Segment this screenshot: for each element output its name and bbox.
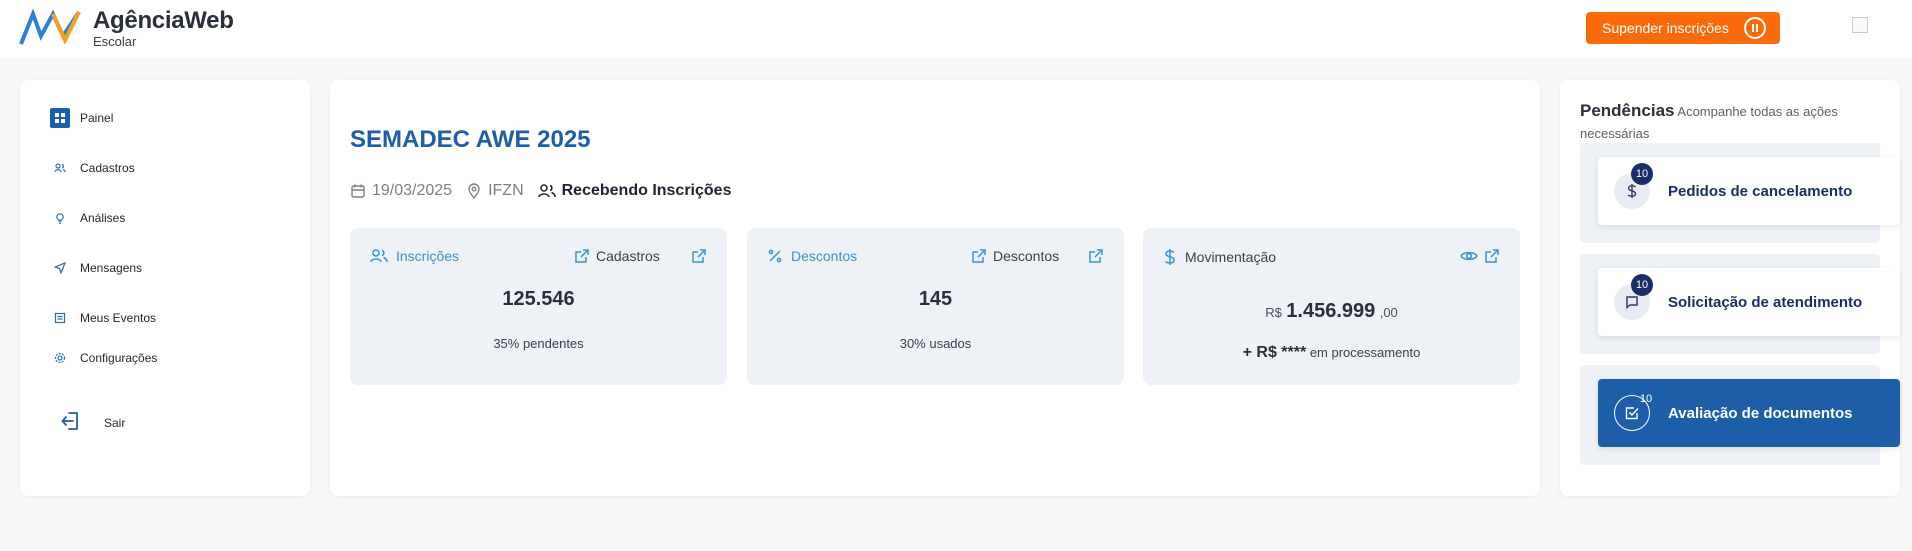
external-link-icon xyxy=(575,249,589,263)
event-status-text: Recebendo Inscrições xyxy=(561,182,732,199)
inscricoes-title: Inscrições xyxy=(396,248,460,264)
event-location: IFZN xyxy=(466,182,524,200)
cadastros-link-label: Cadastros xyxy=(596,248,660,264)
pause-icon xyxy=(1744,17,1766,39)
suspend-label: Supender inscrições xyxy=(1602,20,1729,36)
check-square-icon: 10 xyxy=(1614,393,1652,431)
chat-icon: 10 xyxy=(1614,274,1653,320)
descontos-sub: 30% usados xyxy=(899,336,972,351)
descontos-title: Descontos xyxy=(791,248,858,264)
pendencia-documentos[interactable]: 10 Avaliação de documentos xyxy=(1598,379,1900,447)
movimentacao-actions xyxy=(1460,248,1500,264)
descontos-link-label: Descontos xyxy=(993,248,1060,264)
users-icon xyxy=(537,184,556,198)
sidebar-item-meus-eventos[interactable]: Meus Eventos xyxy=(50,308,156,328)
agenciaweb-logo xyxy=(19,8,81,45)
descontos-link[interactable]: Descontos xyxy=(971,248,1059,264)
descontos-card: Descontos Descontos 145 30% usados xyxy=(747,228,1124,385)
movimentacao-card: Movimentação R$ 1.456.999 ,00 + R$ **** … xyxy=(1143,228,1520,385)
sidebar-item-label: Configurações xyxy=(80,351,158,365)
external-link-icon[interactable] xyxy=(691,248,707,264)
send-icon xyxy=(50,258,70,278)
lightbulb-icon xyxy=(50,208,70,228)
sidebar-item-mensagens[interactable]: Mensagens xyxy=(50,258,142,278)
suspend-registrations-button[interactable]: Supender inscrições xyxy=(1586,12,1780,44)
pendencias-title: Pendências xyxy=(1580,101,1675,120)
movimentacao-title: Movimentação xyxy=(1185,249,1277,265)
event-date: 19/03/2025 xyxy=(350,182,452,200)
dollar-icon xyxy=(1164,249,1175,265)
movimentacao-cents: ,00 xyxy=(1379,305,1398,320)
descontos-heading: Descontos xyxy=(767,248,857,264)
users-icon xyxy=(50,158,70,178)
sidebar-item-configuracoes[interactable]: Configurações xyxy=(50,348,157,368)
event-status: Recebendo Inscrições xyxy=(537,182,732,200)
processing-value: + R$ **** xyxy=(1242,344,1307,361)
pendencias-panel: Pendências Acompanhe todas as ações nece… xyxy=(1560,80,1900,496)
sidebar-item-analises[interactable]: Análises xyxy=(50,208,125,228)
external-link-icon xyxy=(972,249,986,263)
external-link-icon[interactable] xyxy=(1088,248,1104,264)
pendencias-header: Pendências Acompanhe todas as ações nece… xyxy=(1580,100,1890,145)
brand: AgênciaWeb Escolar xyxy=(93,8,234,50)
pendencia-atendimento[interactable]: 10 Solicitação de atendimento xyxy=(1598,268,1900,336)
avatar[interactable] xyxy=(1852,17,1868,33)
currency-symbol: R$ xyxy=(1265,305,1282,320)
inscricoes-card: Inscrições Cadastros 125.546 35% pendent… xyxy=(350,228,727,385)
sidebar-item-label: Painel xyxy=(80,111,114,125)
cadastros-link[interactable]: Cadastros xyxy=(574,248,660,264)
sidebar-item-painel[interactable]: Painel xyxy=(50,108,113,128)
processing-label: em processamento xyxy=(1309,345,1421,360)
list-icon xyxy=(50,308,70,328)
gear-icon xyxy=(50,348,70,368)
users-icon xyxy=(370,249,388,263)
brand-subtitle: Escolar xyxy=(93,34,137,49)
count-badge: 10 xyxy=(1631,163,1653,185)
pendencia-label: Pedidos de cancelamento xyxy=(1668,182,1853,200)
event-panel: SEMADEC AWE 2025 19/03/2025 IFZN Receben… xyxy=(330,80,1540,496)
dollar-icon: 10 xyxy=(1614,163,1653,209)
grid-icon xyxy=(50,108,70,128)
location-pin-icon xyxy=(468,183,480,199)
event-location-text: IFZN xyxy=(488,182,524,199)
pendencia-label: Avaliação de documentos xyxy=(1668,404,1853,422)
sidebar-item-cadastros[interactable]: Cadastros xyxy=(50,158,135,178)
count-badge: 10 xyxy=(1639,393,1653,405)
event-date-text: 19/03/2025 xyxy=(372,182,453,199)
sidebar-item-label: Cadastros xyxy=(80,161,135,175)
inscricoes-value: 125.546 xyxy=(502,288,575,310)
count-badge: 10 xyxy=(1631,274,1653,296)
event-title: SEMADEC AWE 2025 xyxy=(350,126,591,153)
processing-amount: + R$ **** em processamento xyxy=(1143,344,1520,362)
movimentacao-heading: Movimentação xyxy=(1163,248,1276,266)
external-link-icon[interactable] xyxy=(1484,248,1500,264)
eye-icon[interactable] xyxy=(1460,248,1478,264)
logout-icon xyxy=(60,410,84,435)
pendencia-cancelamento[interactable]: 10 Pedidos de cancelamento xyxy=(1598,157,1900,225)
descontos-value: 145 xyxy=(918,288,953,310)
inscricoes-sub: 35% pendentes xyxy=(493,336,584,351)
sidebar: Painel Cadastros Análises Mensagens Meus… xyxy=(20,80,310,496)
event-meta: 19/03/2025 IFZN Recebendo Inscrições xyxy=(350,182,745,200)
sidebar-item-label: Meus Eventos xyxy=(80,311,157,325)
logout-label: Sair xyxy=(104,415,126,430)
percent-icon xyxy=(768,249,782,263)
logout-button[interactable]: Sair xyxy=(60,410,125,435)
sidebar-item-label: Análises xyxy=(80,211,126,225)
calendar-icon xyxy=(351,184,365,198)
sidebar-item-label: Mensagens xyxy=(80,261,143,275)
inscricoes-heading: Inscrições xyxy=(370,248,459,264)
top-header: AgênciaWeb Escolar Supender inscrições xyxy=(0,0,1912,58)
movimentacao-amount: 1.456.999 xyxy=(1286,300,1376,322)
brand-name: AgênciaWeb xyxy=(93,7,234,34)
movimentacao-value: R$ 1.456.999 ,00 xyxy=(1143,300,1520,323)
pendencia-label: Solicitação de atendimento xyxy=(1668,293,1863,311)
